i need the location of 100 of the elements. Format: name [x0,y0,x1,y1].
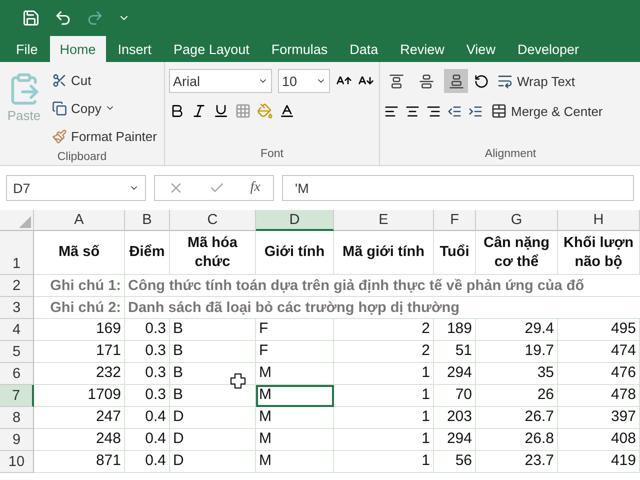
table-cell: 294 [434,363,476,385]
table-cell: 248 [34,429,125,451]
row-header[interactable]: 5 [0,341,34,363]
table-cell: 70 [434,385,476,407]
table-cell: 0.3 [125,363,170,385]
name-box[interactable]: D7 [6,175,146,201]
orientation-icon[interactable] [474,74,489,88]
table-cell: 2 [334,341,434,363]
ribbon-tab[interactable]: Insert [108,36,162,62]
wrap-text-button[interactable]: Wrap Text [495,69,578,93]
row-header[interactable]: 10 [0,451,34,473]
table-cell: D [170,429,256,451]
column-header[interactable]: B [125,210,170,231]
ribbon-tab[interactable]: Page Layout [164,36,260,62]
insert-function-button[interactable]: fx [250,180,260,196]
vertical-align-icon [448,74,464,88]
row-header[interactable]: 1 [0,231,34,275]
font-name-field[interactable]: Arial [169,69,272,93]
column-title: Mã số [34,231,125,275]
column-header[interactable]: F [434,210,476,231]
row-header[interactable]: 3 [0,297,34,319]
ribbon-tab[interactable]: Formulas [261,36,338,62]
undo-icon[interactable] [54,9,72,27]
column-title: Giới tính [256,231,334,275]
row-header[interactable]: 9 [0,429,34,451]
align-left-icon[interactable] [384,104,399,118]
column-header[interactable]: D [256,210,334,231]
table-cell: D [170,451,256,473]
column-header[interactable]: G [476,210,558,231]
copy-button[interactable]: Copy [50,96,159,120]
table-cell: 19.7 [476,341,558,363]
row-header[interactable]: 6 [0,363,34,385]
column-header[interactable]: E [334,210,434,231]
table-cell: 0.4 [125,451,170,473]
column-title: Mã hóa chức [170,231,256,275]
align-center-icon[interactable] [405,104,420,118]
table-cell: 169 [34,319,125,341]
note-text: Công thức tính toán dựa trên giả định thực tế về phản ứng của đố [125,275,640,297]
row-header[interactable]: 8 [0,407,34,429]
table-cell: 0.3 [125,341,170,363]
column-header[interactable]: H [558,210,640,231]
merge-center-button[interactable]: Merge & Center [489,99,605,123]
borders-icon[interactable] [235,103,251,119]
row-header[interactable]: 2 [0,275,34,297]
merge-cells-icon [491,103,507,119]
vertical-align-icon [418,74,434,88]
italic-icon[interactable] [191,103,207,119]
table-cell: 0.3 [125,319,170,341]
save-icon[interactable] [22,9,40,27]
table-cell: 871 [34,451,125,473]
note-label: Ghi chú 1: [34,275,125,297]
table-cell: 26.8 [476,429,558,451]
table-cell: B [170,341,256,363]
group-label: Clipboard [56,150,108,164]
table-cell: 51 [434,341,476,363]
table-cell: 294 [434,429,476,451]
table-cell: 1 [334,451,434,473]
increase-indent-icon[interactable] [468,104,483,118]
table-cell: 1 [334,385,434,407]
table-cell: F [256,319,334,341]
note-label: Ghi chú 2: [34,297,125,319]
table-cell: B [170,319,256,341]
row-header[interactable]: 7 [0,385,34,407]
row-header[interactable]: 4 [0,319,34,341]
ribbon-tab[interactable]: Developer [507,36,589,62]
decrease-indent-icon[interactable] [447,104,462,118]
font-color-icon[interactable] [279,103,295,119]
column-title: Khối lượn não bộ [558,231,640,275]
ribbon-tab[interactable]: Home [50,36,106,62]
table-cell: 29.4 [476,319,558,341]
table-cell: 1 [334,429,434,451]
group-label: Alignment [484,147,538,162]
ribbon-tab[interactable]: Data [340,36,388,62]
table-cell: M [256,385,334,407]
wrap-text-icon [497,73,513,89]
ribbon-tab[interactable]: View [456,36,506,62]
table-cell: M [256,363,334,385]
column-title: Điểm [125,231,170,275]
column-header[interactable]: C [170,210,256,231]
align-right-icon[interactable] [426,104,441,118]
table-cell: 476 [558,363,640,385]
cut-button[interactable]: Cut [50,68,159,92]
table-cell: 171 [34,341,125,363]
table-cell: 1 [334,407,434,429]
table-cell: 26.7 [476,407,558,429]
column-header[interactable]: A [34,210,125,231]
fill-color-icon[interactable] [257,103,273,119]
underline-icon[interactable] [213,103,229,119]
table-cell: 0.4 [125,407,170,429]
table-cell: 56 [434,451,476,473]
font-size-field[interactable]: 10 [278,69,330,93]
table-cell: 0.3 [125,385,170,407]
table-cell: 478 [558,385,640,407]
formula-field[interactable]: 'M [282,175,634,201]
table-cell: 203 [434,407,476,429]
table-cell: 189 [434,319,476,341]
vertical-align-button[interactable] [444,69,468,93]
format-painter-button[interactable]: Format Painter [50,124,159,148]
ribbon-tab[interactable]: Review [390,36,454,62]
ribbon-tab[interactable]: File [6,36,48,62]
